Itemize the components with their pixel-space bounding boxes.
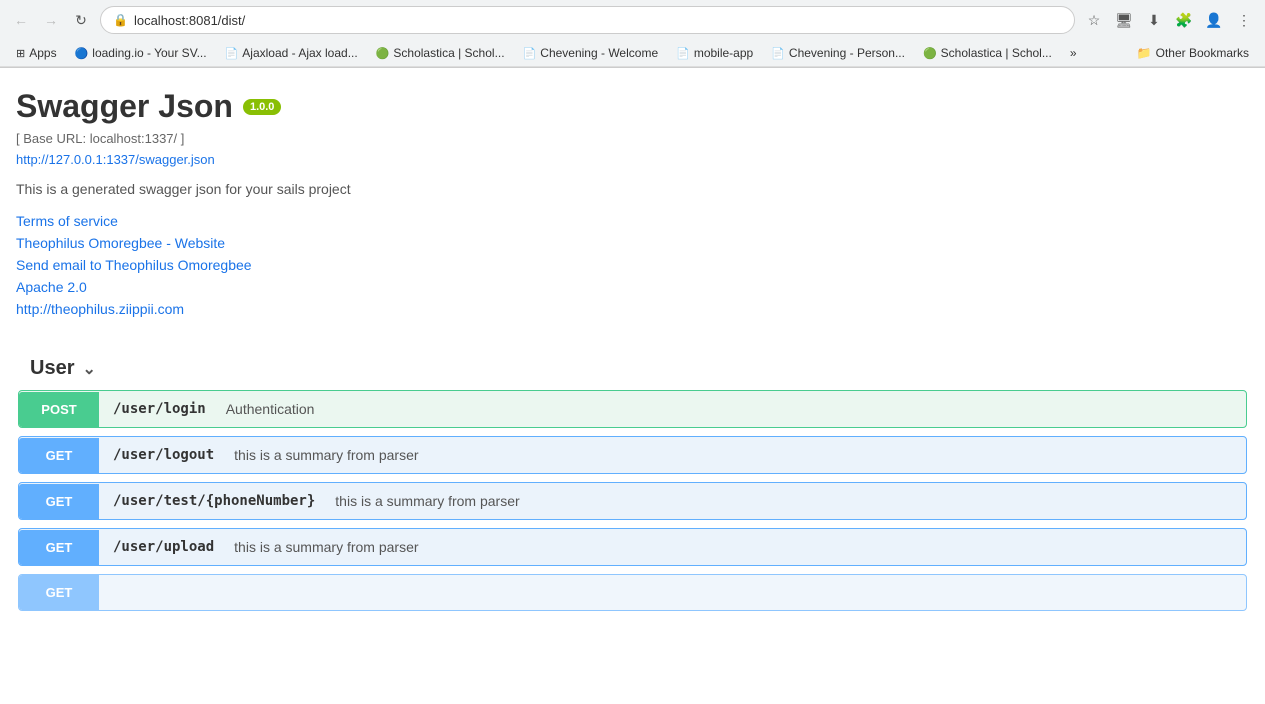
endpoint-path-partial <box>99 583 127 603</box>
base-url: [ Base URL: localhost:1337/ ] <box>16 131 1249 146</box>
chevron-down-icon: ⌄ <box>82 359 95 379</box>
license-link[interactable]: Apache 2.0 <box>16 279 1249 295</box>
more-chevron-icon: » <box>1070 46 1077 60</box>
bookmark-chevening-welcome[interactable]: 📄 Chevening - Welcome <box>515 44 667 62</box>
reload-button[interactable]: ↻ <box>68 7 94 33</box>
endpoint-summary-test: this is a summary from parser <box>329 483 525 519</box>
endpoint-get-partial[interactable]: GET <box>18 574 1247 611</box>
browser-actions: ☆ 🖥 ⬇ 🧩 👤 ⋮ <box>1081 7 1257 33</box>
get-badge-logout: GET <box>19 438 99 473</box>
bookmark-scholastica1[interactable]: 🟢 Scholastica | Schol... <box>368 44 513 62</box>
bookmark-scholastica2-label: Scholastica | Schol... <box>941 46 1052 60</box>
post-badge: POST <box>19 392 99 427</box>
downloads-button[interactable]: ⬇ <box>1141 7 1167 33</box>
endpoint-summary-logout: this is a summary from parser <box>228 437 424 473</box>
bookmark-more-chevron[interactable]: » <box>1062 44 1085 62</box>
bookmark-ajaxload[interactable]: 📄 Ajaxload - Ajax load... <box>217 44 366 62</box>
website-url-link[interactable]: http://theophilus.ziippii.com <box>16 301 1249 317</box>
bookmark-mobile-app-label: mobile-app <box>694 46 753 60</box>
swagger-links: Terms of service Theophilus Omoregbee - … <box>16 213 1249 317</box>
bookmark-apps[interactable]: ⊞ Apps <box>8 44 65 62</box>
profile-button[interactable]: 👤 <box>1201 7 1227 33</box>
back-button[interactable]: ← <box>8 7 34 33</box>
endpoint-summary-login: Authentication <box>220 391 321 427</box>
bookmarks-bar: ⊞ Apps 🔵 loading.io - Your SV... 📄 Ajaxl… <box>0 40 1265 67</box>
loading-icon: 🔵 <box>75 47 89 60</box>
page-content: Swagger Json 1.0.0 [ Base URL: localhost… <box>0 68 1265 651</box>
scholastica2-icon: 🟢 <box>923 47 937 60</box>
endpoint-summary-partial <box>127 583 139 603</box>
bookmark-star-button[interactable]: ☆ <box>1081 7 1107 33</box>
bookmark-apps-label: Apps <box>29 46 56 60</box>
address-bar[interactable]: 🔒 localhost:8081/dist/ <box>100 6 1075 34</box>
other-bookmarks[interactable]: 📁 Other Bookmarks <box>1129 44 1257 62</box>
other-bookmarks-label: Other Bookmarks <box>1156 46 1249 60</box>
email-link[interactable]: Send email to Theophilus Omoregbee <box>16 257 1249 273</box>
website-link[interactable]: Theophilus Omoregbee - Website <box>16 235 1249 251</box>
browser-toolbar: ← → ↻ 🔒 localhost:8081/dist/ ☆ 🖥 ⬇ 🧩 👤 ⋮ <box>0 0 1265 40</box>
get-badge-upload: GET <box>19 530 99 565</box>
user-section-header[interactable]: User ⌄ <box>16 347 1249 390</box>
apps-icon: ⊞ <box>16 47 25 60</box>
mobile-app-icon: 📄 <box>676 47 690 60</box>
bookmark-scholastica1-label: Scholastica | Schol... <box>393 46 504 60</box>
bookmark-loading-label: loading.io - Your SV... <box>92 46 206 60</box>
endpoint-get-logout[interactable]: GET /user/logout this is a summary from … <box>18 436 1247 474</box>
bookmark-scholastica2[interactable]: 🟢 Scholastica | Schol... <box>915 44 1060 62</box>
swagger-title-row: Swagger Json 1.0.0 <box>16 88 1249 125</box>
url-text: localhost:8081/dist/ <box>134 13 245 28</box>
endpoint-summary-upload: this is a summary from parser <box>228 529 424 565</box>
bookmark-mobile-app[interactable]: 📄 mobile-app <box>668 44 761 62</box>
endpoint-post-login[interactable]: POST /user/login Authentication <box>18 390 1247 428</box>
swagger-description: This is a generated swagger json for you… <box>16 181 1249 197</box>
folder-icon: 📁 <box>1137 46 1152 60</box>
nav-buttons: ← → ↻ <box>8 7 94 33</box>
bookmark-chevening-welcome-label: Chevening - Welcome <box>540 46 658 60</box>
menu-button[interactable]: ⋮ <box>1231 7 1257 33</box>
endpoint-get-upload[interactable]: GET /user/upload this is a summary from … <box>18 528 1247 566</box>
swagger-json-link[interactable]: http://127.0.0.1:1337/swagger.json <box>16 152 1249 167</box>
bookmark-ajaxload-label: Ajaxload - Ajax load... <box>242 46 357 60</box>
endpoint-path-test: /user/test/{phoneNumber} <box>99 483 329 519</box>
chevening-person-icon: 📄 <box>771 47 785 60</box>
cast-button[interactable]: 🖥 <box>1111 7 1137 33</box>
get-badge-partial: GET <box>19 575 99 610</box>
version-badge: 1.0.0 <box>243 99 281 115</box>
lock-icon: 🔒 <box>113 13 128 27</box>
terms-of-service-link[interactable]: Terms of service <box>16 213 1249 229</box>
chevening-welcome-icon: 📄 <box>523 47 537 60</box>
bookmark-loading[interactable]: 🔵 loading.io - Your SV... <box>67 44 215 62</box>
endpoints-list: POST /user/login Authentication GET /use… <box>16 390 1249 611</box>
endpoint-get-test[interactable]: GET /user/test/{phoneNumber} this is a s… <box>18 482 1247 520</box>
ajaxload-icon: 📄 <box>225 47 239 60</box>
user-section-title: User <box>30 357 74 380</box>
browser-chrome: ← → ↻ 🔒 localhost:8081/dist/ ☆ 🖥 ⬇ 🧩 👤 ⋮… <box>0 0 1265 68</box>
scholastica1-icon: 🟢 <box>376 47 390 60</box>
endpoint-path-logout: /user/logout <box>99 437 228 473</box>
bookmark-chevening-person[interactable]: 📄 Chevening - Person... <box>763 44 913 62</box>
endpoint-path-upload: /user/upload <box>99 529 228 565</box>
extensions-button[interactable]: 🧩 <box>1171 7 1197 33</box>
get-badge-test: GET <box>19 484 99 519</box>
bookmark-chevening-person-label: Chevening - Person... <box>789 46 905 60</box>
swagger-title: Swagger Json <box>16 88 233 125</box>
forward-button[interactable]: → <box>38 7 64 33</box>
endpoint-path-login: /user/login <box>99 391 220 427</box>
user-section: User ⌄ POST /user/login Authentication G… <box>16 347 1249 611</box>
